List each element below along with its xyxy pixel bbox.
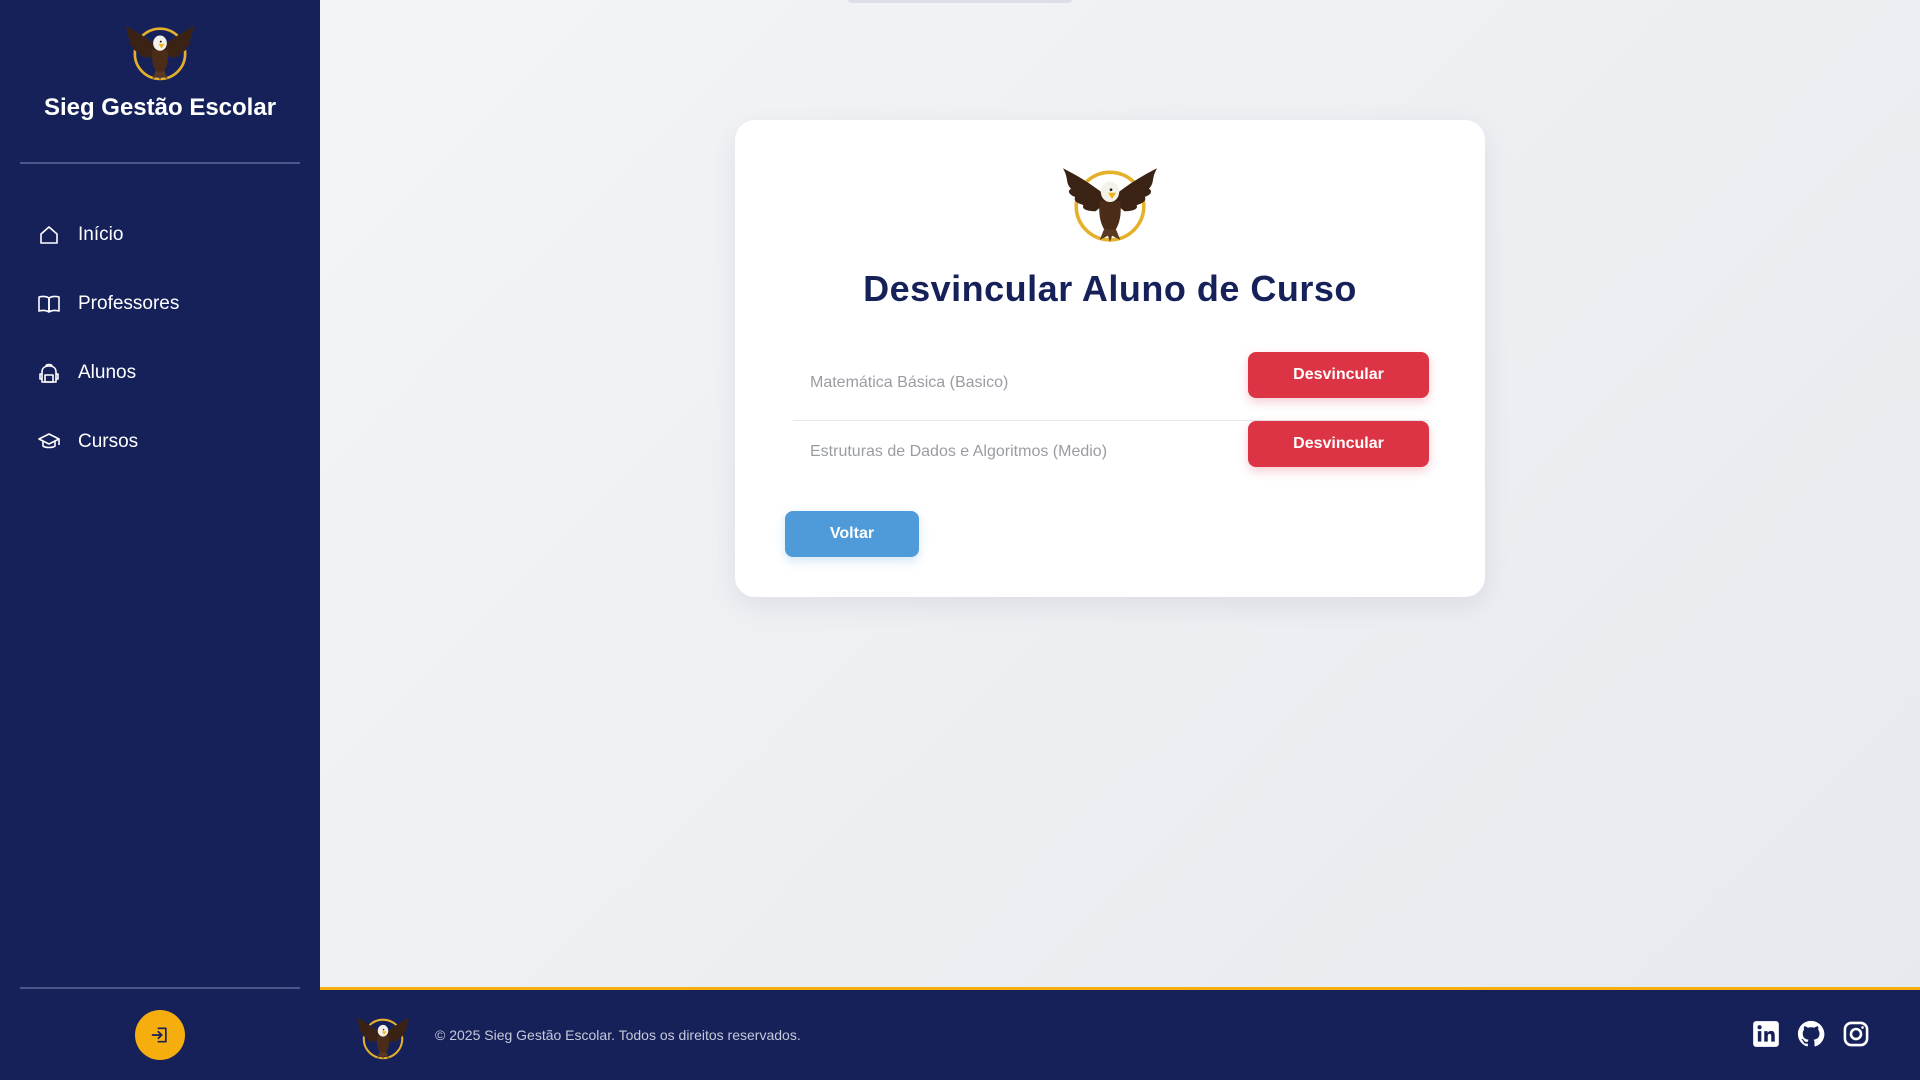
- course-list: Matemática Básica (Basico) Desvincular E…: [793, 352, 1429, 490]
- eagle-logo-icon: [112, 18, 208, 82]
- sidebar: Sieg Gestão Escolar Início Professores A…: [0, 0, 320, 1080]
- sidebar-divider: [20, 162, 300, 164]
- page-title: Desvincular Aluno de Curso: [863, 268, 1357, 309]
- list-item: Estruturas de Dados e Algoritmos (Medio)…: [793, 421, 1429, 490]
- footer: © 2025 Sieg Gestão Escolar. Todos os dir…: [320, 987, 1920, 1080]
- copyright-text: © 2025 Sieg Gestão Escolar. Todos os dir…: [435, 1027, 801, 1043]
- sidebar-brand: Sieg Gestão Escolar: [0, 18, 320, 122]
- logout-button[interactable]: [135, 1010, 185, 1060]
- unlink-button[interactable]: Desvincular: [1248, 352, 1429, 398]
- sidebar-item-alunos[interactable]: Alunos: [0, 349, 320, 397]
- sidebar-item-cursos[interactable]: Cursos: [0, 418, 320, 466]
- book-icon: [36, 291, 62, 317]
- unlink-course-card: Desvincular Aluno de Curso Matemática Bá…: [735, 120, 1485, 597]
- logout-icon: [151, 1027, 167, 1043]
- sidebar-divider: [20, 987, 300, 989]
- sidebar-item-inicio[interactable]: Início: [0, 211, 320, 259]
- instagram-icon[interactable]: [1842, 1020, 1870, 1048]
- course-name: Estruturas de Dados e Algoritmos (Medio): [810, 443, 1108, 460]
- linkedin-icon[interactable]: [1752, 1020, 1780, 1048]
- sidebar-nav: Início Professores Alunos Cursos: [0, 211, 320, 487]
- eagle-logo-icon: [348, 1011, 418, 1061]
- graduation-cap-icon: [36, 429, 62, 455]
- top-tab-remnant: [848, 0, 1072, 3]
- sidebar-item-label: Professores: [78, 293, 180, 314]
- github-icon[interactable]: [1797, 1020, 1825, 1048]
- social-links: [1752, 1020, 1870, 1048]
- app-title: Sieg Gestão Escolar: [43, 94, 277, 121]
- home-icon: [36, 222, 62, 248]
- list-item: Matemática Básica (Basico) Desvincular: [793, 352, 1429, 421]
- eagle-logo-icon: [1048, 158, 1172, 244]
- sidebar-item-label: Alunos: [78, 362, 137, 383]
- sidebar-item-professores[interactable]: Professores: [0, 280, 320, 328]
- course-name: Matemática Básica (Basico): [810, 374, 1009, 391]
- backpack-icon: [36, 360, 62, 386]
- sidebar-item-label: Cursos: [78, 431, 139, 452]
- sidebar-item-label: Início: [78, 224, 124, 245]
- unlink-button[interactable]: Desvincular: [1248, 421, 1429, 467]
- back-button[interactable]: Voltar: [785, 511, 919, 557]
